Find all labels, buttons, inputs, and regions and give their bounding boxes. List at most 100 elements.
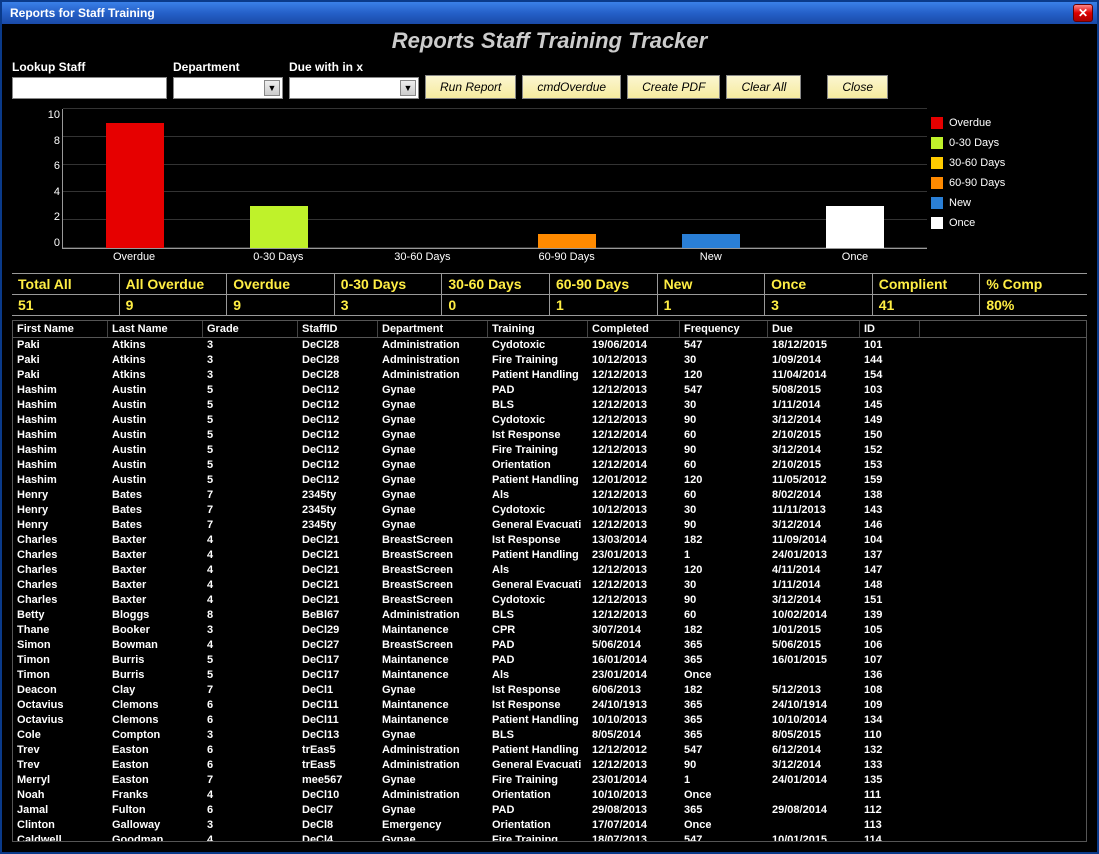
chart: 1086420 Overdue0-30 Days30-60 Days60-90 … bbox=[12, 109, 1087, 269]
table-cell: Bloggs bbox=[108, 608, 203, 623]
table-cell: BreastScreen bbox=[378, 563, 488, 578]
table-cell: DeCl10 bbox=[298, 788, 378, 803]
table-cell: trEas5 bbox=[298, 758, 378, 773]
table-row[interactable]: CharlesBaxter4DeCl21BreastScreenPatient … bbox=[13, 548, 1086, 563]
table-cell: Deacon bbox=[13, 683, 108, 698]
column-header[interactable]: Frequency bbox=[680, 321, 768, 337]
table-row[interactable]: OctaviusClemons6DeCl11MaintanencePatient… bbox=[13, 713, 1086, 728]
table-cell: 5/06/2015 bbox=[768, 638, 860, 653]
table-row[interactable]: HenryBates72345tyGynaeAls12/12/2013608/0… bbox=[13, 488, 1086, 503]
table-cell: Patient Handling bbox=[488, 548, 588, 563]
table-row[interactable]: HenryBates72345tyGynaeCydotoxic10/12/201… bbox=[13, 503, 1086, 518]
table-row[interactable]: MerrylEaston7mee567GynaeFire Training23/… bbox=[13, 773, 1086, 788]
table-cell: DeCl17 bbox=[298, 668, 378, 683]
table-cell: 7 bbox=[203, 488, 298, 503]
table-row[interactable]: HashimAustin5DeCl12GynaeCydotoxic12/12/2… bbox=[13, 413, 1086, 428]
table-cell: Burris bbox=[108, 653, 203, 668]
table-row[interactable]: HashimAustin5DeCl12GynaePatient Handling… bbox=[13, 473, 1086, 488]
table-row[interactable]: TimonBurris5DeCl17MaintanenceAls23/01/20… bbox=[13, 668, 1086, 683]
table-row[interactable]: BettyBloggs8BeBl67AdministrationBLS12/12… bbox=[13, 608, 1086, 623]
table-cell: DeCl28 bbox=[298, 368, 378, 383]
table-row[interactable]: PakiAtkins3DeCl28AdministrationPatient H… bbox=[13, 368, 1086, 383]
table-row[interactable]: JamalFulton6DeCl7GynaePAD29/08/201336529… bbox=[13, 803, 1086, 818]
table-row[interactable]: NoahFranks4DeCl10AdministrationOrientati… bbox=[13, 788, 1086, 803]
table-cell: Timon bbox=[13, 653, 108, 668]
column-header[interactable]: First Name bbox=[13, 321, 108, 337]
table-row[interactable]: TrevEaston6trEas5AdministrationPatient H… bbox=[13, 743, 1086, 758]
table-row[interactable]: CharlesBaxter4DeCl21BreastScreenCydotoxi… bbox=[13, 593, 1086, 608]
table-row[interactable]: CharlesBaxter4DeCl21BreastScreenGeneral … bbox=[13, 578, 1086, 593]
table-cell: 3 bbox=[203, 353, 298, 368]
column-header[interactable]: Due bbox=[768, 321, 860, 337]
table-cell: 132 bbox=[860, 743, 920, 758]
table-cell: Trev bbox=[13, 743, 108, 758]
column-header[interactable]: StaffID bbox=[298, 321, 378, 337]
table-cell: Booker bbox=[108, 623, 203, 638]
table-cell: Ist Response bbox=[488, 683, 588, 698]
table-cell: 29/08/2013 bbox=[588, 803, 680, 818]
run-report-button[interactable]: Run Report bbox=[425, 75, 516, 99]
close-icon[interactable]: ✕ bbox=[1073, 4, 1093, 22]
table-cell: 10/10/2013 bbox=[588, 713, 680, 728]
table-row[interactable]: HashimAustin5DeCl12GynaeBLS12/12/2013301… bbox=[13, 398, 1086, 413]
table-row[interactable]: DeaconClay7DeCl1GynaeIst Response6/06/20… bbox=[13, 683, 1086, 698]
column-header[interactable]: Completed bbox=[588, 321, 680, 337]
table-cell: 18/07/2013 bbox=[588, 833, 680, 841]
column-header[interactable]: Training bbox=[488, 321, 588, 337]
table-row[interactable]: TrevEaston6trEas5AdministrationGeneral E… bbox=[13, 758, 1086, 773]
table-cell: 12/12/2012 bbox=[588, 743, 680, 758]
close-button[interactable]: Close bbox=[827, 75, 888, 99]
table-row[interactable]: HashimAustin5DeCl12GynaeFire Training12/… bbox=[13, 443, 1086, 458]
table-row[interactable]: CaldwellGoodman4DeCl4GynaeFire Training1… bbox=[13, 833, 1086, 841]
table-cell: 12/12/2013 bbox=[588, 398, 680, 413]
department-combo[interactable]: ▼ bbox=[173, 77, 283, 99]
table-cell: 111 bbox=[860, 788, 920, 803]
table-row[interactable]: OctaviusClemons6DeCl11MaintanenceIst Res… bbox=[13, 698, 1086, 713]
table-cell: 135 bbox=[860, 773, 920, 788]
y-tick: 6 bbox=[32, 160, 60, 172]
table-cell: Charles bbox=[13, 563, 108, 578]
table-row[interactable]: ClintonGalloway3DeCl8EmergencyOrientatio… bbox=[13, 818, 1086, 833]
create-pdf-button[interactable]: Create PDF bbox=[627, 75, 720, 99]
data-grid-body[interactable]: PakiAtkins3DeCl28AdministrationCydotoxic… bbox=[13, 338, 1086, 841]
column-header[interactable]: ID bbox=[860, 321, 920, 337]
table-cell: Charles bbox=[13, 548, 108, 563]
table-row[interactable]: CharlesBaxter4DeCl21BreastScreenAls12/12… bbox=[13, 563, 1086, 578]
clear-all-button[interactable]: Clear All bbox=[726, 75, 801, 99]
table-row[interactable]: CharlesBaxter4DeCl21BreastScreenIst Resp… bbox=[13, 533, 1086, 548]
chart-bar bbox=[682, 234, 740, 248]
table-cell: DeCl12 bbox=[298, 383, 378, 398]
y-tick: 10 bbox=[32, 109, 60, 121]
table-cell: 2345ty bbox=[298, 503, 378, 518]
y-tick: 2 bbox=[32, 211, 60, 223]
table-row[interactable]: SimonBowman4DeCl27BreastScreenPAD5/06/20… bbox=[13, 638, 1086, 653]
table-cell: DeCl13 bbox=[298, 728, 378, 743]
table-cell: 1 bbox=[680, 548, 768, 563]
table-row[interactable]: HashimAustin5DeCl12GynaeIst Response12/1… bbox=[13, 428, 1086, 443]
column-header[interactable]: Last Name bbox=[108, 321, 203, 337]
table-row[interactable]: PakiAtkins3DeCl28AdministrationFire Trai… bbox=[13, 353, 1086, 368]
table-cell: Orientation bbox=[488, 458, 588, 473]
due-within-combo[interactable]: ▼ bbox=[289, 77, 419, 99]
lookup-staff-input[interactable] bbox=[12, 77, 167, 99]
table-cell: 182 bbox=[680, 533, 768, 548]
column-header[interactable]: Department bbox=[378, 321, 488, 337]
table-row[interactable]: TimonBurris5DeCl17MaintanencePAD16/01/20… bbox=[13, 653, 1086, 668]
table-cell: 23/01/2014 bbox=[588, 773, 680, 788]
table-row[interactable]: HenryBates72345tyGynaeGeneral Evacuati12… bbox=[13, 518, 1086, 533]
table-cell: 10/12/2013 bbox=[588, 353, 680, 368]
table-row[interactable]: ColeCompton3DeCl13GynaeBLS8/05/20143658/… bbox=[13, 728, 1086, 743]
table-row[interactable]: PakiAtkins3DeCl28AdministrationCydotoxic… bbox=[13, 338, 1086, 353]
cmd-overdue-button[interactable]: cmdOverdue bbox=[522, 75, 621, 99]
table-cell: 104 bbox=[860, 533, 920, 548]
table-cell: 1/11/2014 bbox=[768, 578, 860, 593]
table-row[interactable]: HashimAustin5DeCl12GynaePAD12/12/2013547… bbox=[13, 383, 1086, 398]
table-cell: 4 bbox=[203, 593, 298, 608]
table-cell: 146 bbox=[860, 518, 920, 533]
table-cell: Cydotoxic bbox=[488, 593, 588, 608]
table-cell: 5 bbox=[203, 398, 298, 413]
legend-item: 30-60 Days bbox=[931, 157, 1083, 169]
table-row[interactable]: HashimAustin5DeCl12GynaeOrientation12/12… bbox=[13, 458, 1086, 473]
table-row[interactable]: ThaneBooker3DeCl29MaintanenceCPR3/07/201… bbox=[13, 623, 1086, 638]
column-header[interactable]: Grade bbox=[203, 321, 298, 337]
